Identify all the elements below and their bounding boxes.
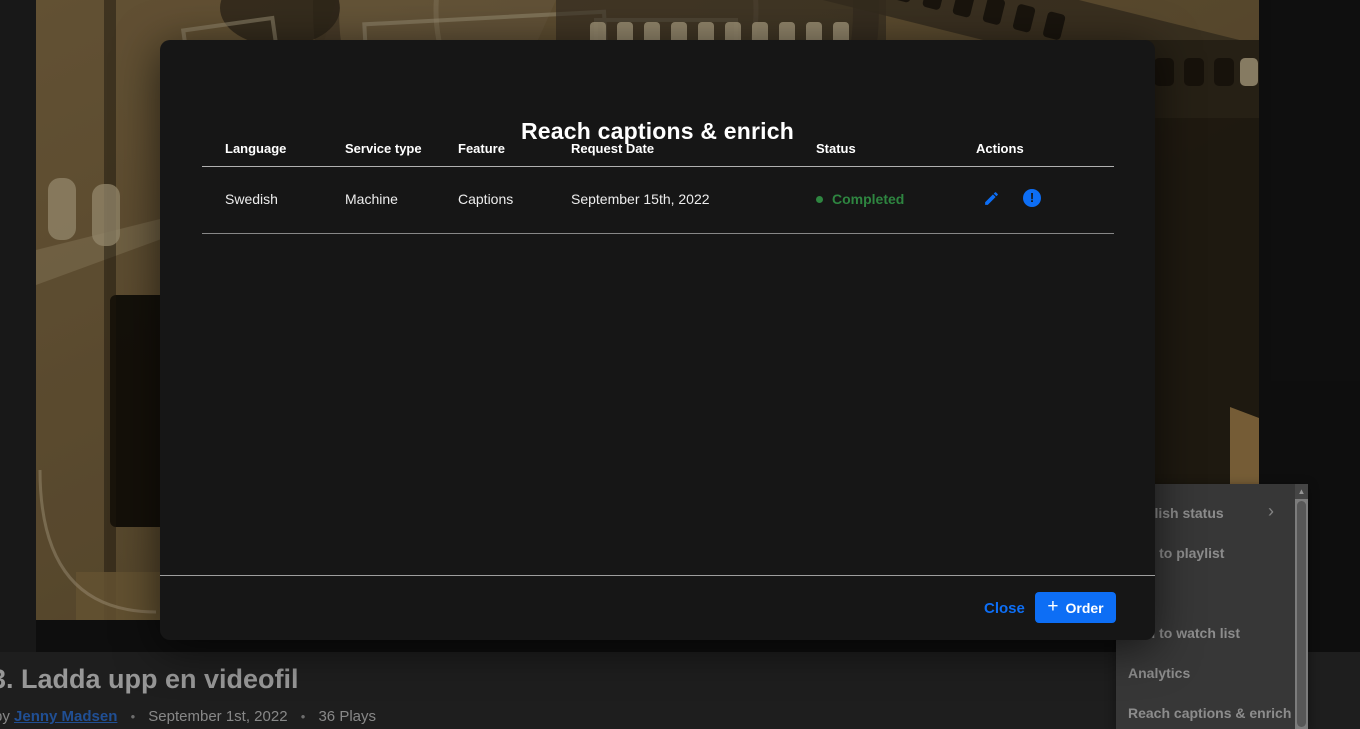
cell-service-type: Machine <box>345 191 398 207</box>
column-header-status: Status <box>816 141 856 156</box>
edit-pencil-icon[interactable] <box>983 190 1000 207</box>
cell-language: Swedish <box>225 191 278 207</box>
cell-feature: Captions <box>458 191 513 207</box>
plus-icon: + <box>1047 597 1058 616</box>
table-row-divider <box>202 233 1114 234</box>
column-header-actions: Actions <box>976 141 1024 156</box>
cell-status: Completed <box>816 191 904 207</box>
close-button[interactable]: Close <box>978 592 1022 623</box>
cell-request-date: September 15th, 2022 <box>571 191 710 207</box>
column-header-language: Language <box>225 141 286 156</box>
modal-footer-divider <box>160 575 1155 576</box>
column-header-service-type: Service type <box>345 141 422 156</box>
order-button-label: Order <box>1065 600 1103 616</box>
reach-captions-modal: Reach captions & enrich Language Service… <box>160 40 1155 640</box>
column-header-feature: Feature <box>458 141 505 156</box>
column-header-request-date: Request Date <box>571 141 654 156</box>
alert-circle-icon[interactable]: ! <box>1023 189 1041 207</box>
table-header-divider <box>202 166 1114 167</box>
order-button[interactable]: + Order <box>1035 592 1116 623</box>
status-badge: Completed <box>832 191 904 207</box>
status-dot-icon <box>816 196 823 203</box>
